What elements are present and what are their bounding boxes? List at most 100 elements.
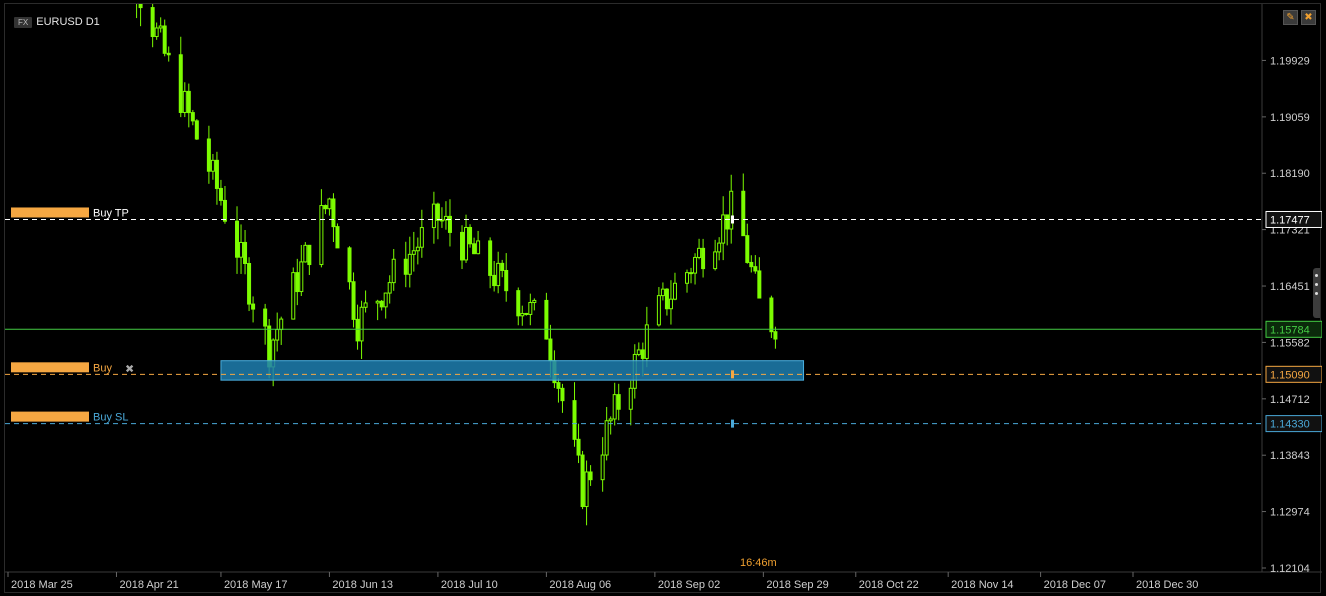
candle-body xyxy=(194,120,199,140)
y-tick-label: 1.13843 xyxy=(1270,450,1310,462)
candle-body xyxy=(210,159,215,172)
candle-body xyxy=(544,299,549,340)
candle-body xyxy=(660,288,665,297)
candle-body xyxy=(604,420,609,456)
stop-loss-tag xyxy=(11,411,89,422)
candle-body xyxy=(701,247,706,270)
candle-body xyxy=(291,272,296,320)
pencil-icon[interactable]: ✎ xyxy=(1283,10,1298,25)
take-profit-price-label: 1.17477 xyxy=(1270,214,1310,226)
candle-body xyxy=(239,241,244,258)
entry-price-label: 1.15090 xyxy=(1270,369,1310,381)
candle-body xyxy=(411,250,416,255)
candle-body xyxy=(685,272,690,284)
candle-body xyxy=(166,52,171,56)
price-chart[interactable]: 1.199291.190591.181901.173211.164511.155… xyxy=(5,4,1322,594)
candle-body xyxy=(387,282,392,294)
candle-body xyxy=(745,235,750,263)
x-tick-label: 2018 Sep 29 xyxy=(766,579,828,591)
take-profit-label: Buy TP xyxy=(93,207,129,219)
candle-body xyxy=(435,203,440,221)
candle-body xyxy=(295,272,300,293)
candle-body xyxy=(496,262,501,287)
y-tick-label: 1.18190 xyxy=(1270,168,1310,180)
candle-body xyxy=(644,324,649,359)
candle-body xyxy=(158,25,163,29)
y-tick-label: 1.12974 xyxy=(1270,507,1310,519)
candle-body xyxy=(182,90,187,113)
x-tick-label: 2018 Jun 13 xyxy=(332,579,393,591)
candle-body xyxy=(447,215,452,233)
candle-body xyxy=(307,244,312,266)
candle-body xyxy=(359,306,364,342)
candle-body xyxy=(347,247,352,283)
candle-body xyxy=(600,454,605,481)
symbol-label: EURUSD D1 xyxy=(36,16,100,28)
candle-body xyxy=(773,331,778,340)
close-icon[interactable]: ✖ xyxy=(1301,10,1316,25)
candle-body xyxy=(379,300,384,308)
candle-body xyxy=(640,349,645,359)
symbol-badge: FX EURUSD D1 xyxy=(14,15,100,29)
candle-body xyxy=(263,308,268,327)
x-tick-label: 2018 Mar 25 xyxy=(11,579,73,591)
candle-body xyxy=(556,382,561,389)
candle-body xyxy=(214,159,219,189)
candle-body xyxy=(391,258,396,284)
candle-body xyxy=(664,288,669,310)
candle-body xyxy=(576,438,581,456)
candle-body xyxy=(528,302,533,315)
candle-body xyxy=(186,90,191,114)
y-tick-label: 1.14712 xyxy=(1270,394,1310,406)
x-tick-label: 2018 Jul 10 xyxy=(441,579,498,591)
candle-body xyxy=(247,262,252,305)
take-profit-marker xyxy=(731,215,734,224)
candle-body xyxy=(464,226,469,261)
candle-body xyxy=(190,112,195,122)
candle-body xyxy=(275,329,280,341)
candle-body xyxy=(713,251,718,270)
side-drag-handle[interactable] xyxy=(1313,268,1320,318)
candle-body xyxy=(548,338,553,362)
candle-body xyxy=(251,303,256,310)
candle-body xyxy=(279,318,284,331)
candle-body xyxy=(351,281,356,320)
x-tick-label: 2018 Apr 21 xyxy=(119,579,178,591)
candle-body xyxy=(492,274,497,287)
entry-label: Buy xyxy=(93,362,112,374)
candle-body xyxy=(243,241,248,264)
candle-body xyxy=(612,394,617,420)
fx-badge: FX xyxy=(14,16,33,28)
candle-body xyxy=(608,418,613,422)
candle-body xyxy=(407,253,412,275)
candle-body xyxy=(319,205,324,266)
candle-body xyxy=(504,269,509,292)
candle-body xyxy=(403,258,408,275)
candle-body xyxy=(375,300,380,304)
candle-body xyxy=(327,198,332,210)
candle-body xyxy=(468,226,473,245)
candle-body xyxy=(584,471,589,508)
candle-body xyxy=(383,292,388,308)
candle-body xyxy=(757,270,762,299)
x-tick-label: 2018 Dec 30 xyxy=(1136,579,1198,591)
current-price-label: 1.15784 xyxy=(1270,324,1310,336)
candle-body xyxy=(741,190,746,237)
y-tick-label: 1.16451 xyxy=(1270,281,1310,293)
support-zone xyxy=(220,360,805,381)
candle-body xyxy=(672,282,677,300)
candle-body xyxy=(419,227,424,248)
close-order-icon[interactable]: ✖ xyxy=(125,363,134,375)
take-profit-tag xyxy=(11,207,89,218)
chart-window[interactable]: 1.19929 1.19059 1.18190 1.17321 1.16451 1.155… xyxy=(4,3,1322,594)
candle-body xyxy=(178,54,183,113)
candle-body xyxy=(138,4,143,9)
candle-body xyxy=(769,297,774,333)
candle-body xyxy=(524,312,529,315)
candle-body xyxy=(689,272,694,275)
candle-body xyxy=(335,226,340,249)
candle-body xyxy=(697,247,702,258)
candle-body xyxy=(580,454,585,508)
candle-body xyxy=(355,318,360,342)
y-tick-label: 1.12104 xyxy=(1270,563,1310,575)
